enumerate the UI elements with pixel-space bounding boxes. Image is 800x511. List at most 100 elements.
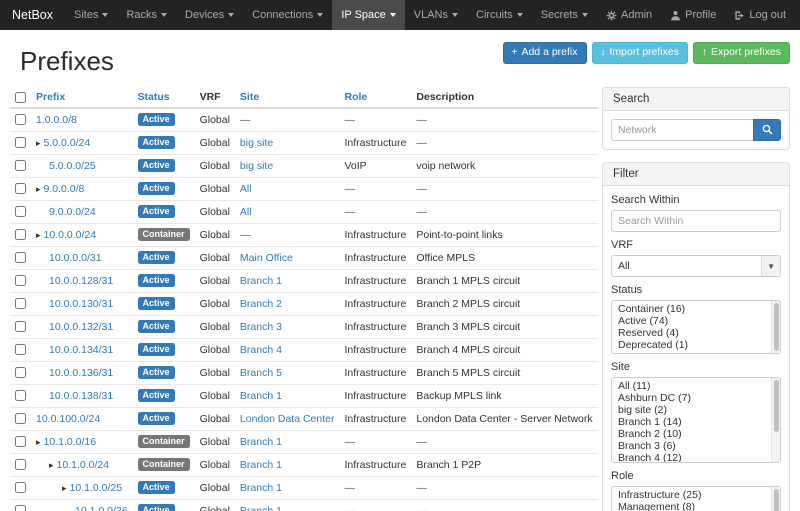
scrollbar[interactable] [771, 487, 780, 511]
expand-toggle-icon[interactable]: ▸ [49, 460, 54, 471]
site-listbox[interactable]: All (11)Ashburn DC (7)big site (2)Branch… [611, 377, 781, 463]
listbox-option[interactable]: big site (2) [612, 404, 780, 416]
nav-item-devices[interactable]: Devices [176, 0, 243, 30]
prefix-link[interactable]: 10.1.0.0/24 [57, 459, 110, 471]
status-listbox[interactable]: Container (16)Active (74)Reserved (4)Dep… [611, 300, 781, 354]
listbox-option[interactable]: Branch 3 (6) [612, 440, 780, 452]
site-link[interactable]: London Data Center [240, 413, 335, 425]
prefix-link[interactable]: 5.0.0.0/25 [49, 160, 96, 172]
site-link[interactable]: big site [240, 137, 273, 149]
site-link[interactable]: Branch 1 [240, 482, 282, 494]
site-link[interactable]: Branch 1 [240, 436, 282, 448]
prefix-link[interactable]: 10.0.0.136/31 [49, 367, 113, 379]
listbox-option[interactable]: Ashburn DC (7) [612, 392, 780, 404]
site-link[interactable]: Branch 1 [240, 390, 282, 402]
row-checkbox[interactable] [15, 344, 26, 355]
prefix-link[interactable]: 10.1.0.0/26 [75, 505, 128, 511]
site-link[interactable]: Branch 4 [240, 344, 282, 356]
prefix-link[interactable]: 10.0.0.128/31 [49, 275, 113, 287]
row-checkbox[interactable] [15, 390, 26, 401]
listbox-option[interactable]: Reserved (4) [612, 327, 780, 339]
export-prefixes-button[interactable]: ↑Export prefixes [693, 42, 790, 64]
column-header-prefix[interactable]: Prefix [31, 87, 133, 108]
add-prefix-button[interactable]: +Add a prefix [503, 42, 587, 64]
nav-item-racks[interactable]: Racks [117, 0, 176, 30]
listbox-option[interactable]: Branch 4 (12) [612, 452, 780, 463]
site-link[interactable]: Branch 1 [240, 505, 282, 511]
nav-item-connections[interactable]: Connections [243, 0, 332, 30]
prefix-link[interactable]: 10.0.0.130/31 [49, 298, 113, 310]
prefix-link[interactable]: 9.0.0.0/8 [44, 183, 85, 195]
search-button[interactable] [753, 119, 781, 141]
row-checkbox[interactable] [15, 482, 26, 493]
prefix-link[interactable]: 10.0.0.0/31 [49, 252, 102, 264]
import-prefixes-button[interactable]: ↓Import prefixes [592, 42, 688, 64]
row-checkbox[interactable] [15, 413, 26, 424]
column-header-site[interactable]: Site [235, 87, 340, 108]
column-header-status[interactable]: Status [133, 87, 195, 108]
role-listbox[interactable]: Infrastructure (25)Management (8)Private… [611, 486, 781, 511]
expand-toggle-icon[interactable]: ▸ [36, 230, 41, 241]
prefix-link[interactable]: 10.0.0.134/31 [49, 344, 113, 356]
expand-toggle-icon[interactable]: ▸ [62, 483, 67, 494]
row-checkbox[interactable] [15, 137, 26, 148]
nav-item-admin[interactable]: Admin [597, 0, 661, 30]
row-checkbox[interactable] [15, 183, 26, 194]
prefix-link[interactable]: 10.0.0.0/24 [44, 229, 97, 241]
scrollbar[interactable] [771, 301, 780, 353]
listbox-option[interactable]: Branch 2 (10) [612, 428, 780, 440]
row-checkbox[interactable] [15, 229, 26, 240]
row-checkbox[interactable] [15, 367, 26, 378]
search-within-input[interactable] [611, 210, 781, 232]
vrf-select[interactable]: All ▼ [611, 255, 781, 277]
prefix-link[interactable]: 9.0.0.0/24 [49, 206, 96, 218]
listbox-option[interactable]: Branch 1 (14) [612, 416, 780, 428]
prefix-link[interactable]: 1.0.0.0/8 [36, 114, 77, 126]
row-checkbox[interactable] [15, 114, 26, 125]
row-checkbox[interactable] [15, 321, 26, 332]
expand-toggle-icon[interactable]: ▸ [36, 437, 41, 448]
prefix-link[interactable]: 10.0.100.0/24 [36, 413, 100, 425]
site-link[interactable]: Main Office [240, 252, 293, 264]
row-checkbox[interactable] [15, 436, 26, 447]
site-link[interactable]: Branch 2 [240, 298, 282, 310]
prefix-link[interactable]: 10.1.0.0/25 [70, 482, 123, 494]
column-header-role[interactable]: Role [340, 87, 412, 108]
nav-item-sites[interactable]: Sites [65, 0, 117, 30]
nav-item-ip-space[interactable]: IP Space [332, 0, 404, 30]
listbox-option[interactable]: Container (16) [612, 303, 780, 315]
site-link[interactable]: Branch 5 [240, 367, 282, 379]
brand[interactable]: NetBox [0, 0, 65, 30]
prefix-link[interactable]: 10.1.0.0/16 [44, 436, 97, 448]
row-checkbox[interactable] [15, 206, 26, 217]
nav-item-vlans[interactable]: VLANs [405, 0, 467, 30]
row-checkbox[interactable] [15, 275, 26, 286]
listbox-option[interactable]: Infrastructure (25) [612, 489, 780, 501]
site-link[interactable]: big site [240, 160, 273, 172]
prefix-link[interactable]: 10.0.0.132/31 [49, 321, 113, 333]
search-input[interactable] [611, 119, 754, 141]
nav-item-profile[interactable]: Profile [661, 0, 725, 30]
row-checkbox[interactable] [15, 459, 26, 470]
nav-item-logout[interactable]: Log out [725, 0, 795, 30]
site-link[interactable]: Branch 3 [240, 321, 282, 333]
select-all-checkbox[interactable] [15, 92, 26, 103]
row-checkbox[interactable] [15, 252, 26, 263]
row-checkbox[interactable] [15, 160, 26, 171]
expand-toggle-icon[interactable]: ▸ [36, 184, 41, 195]
listbox-option[interactable]: Management (8) [612, 501, 780, 511]
nav-item-secrets[interactable]: Secrets [532, 0, 597, 30]
expand-toggle-icon[interactable]: ▸ [36, 138, 41, 149]
site-link[interactable]: Branch 1 [240, 275, 282, 287]
listbox-option[interactable]: Active (74) [612, 315, 780, 327]
scrollbar[interactable] [771, 378, 780, 462]
listbox-option[interactable]: All (11) [612, 380, 780, 392]
listbox-option[interactable]: Deprecated (1) [612, 339, 780, 351]
prefix-link[interactable]: 10.0.0.138/31 [49, 390, 113, 402]
row-checkbox[interactable] [15, 298, 26, 309]
site-link[interactable]: All [240, 183, 252, 195]
nav-item-circuits[interactable]: Circuits [467, 0, 532, 30]
row-checkbox[interactable] [15, 505, 26, 511]
site-link[interactable]: Branch 1 [240, 459, 282, 471]
prefix-link[interactable]: 5.0.0.0/24 [44, 137, 91, 149]
